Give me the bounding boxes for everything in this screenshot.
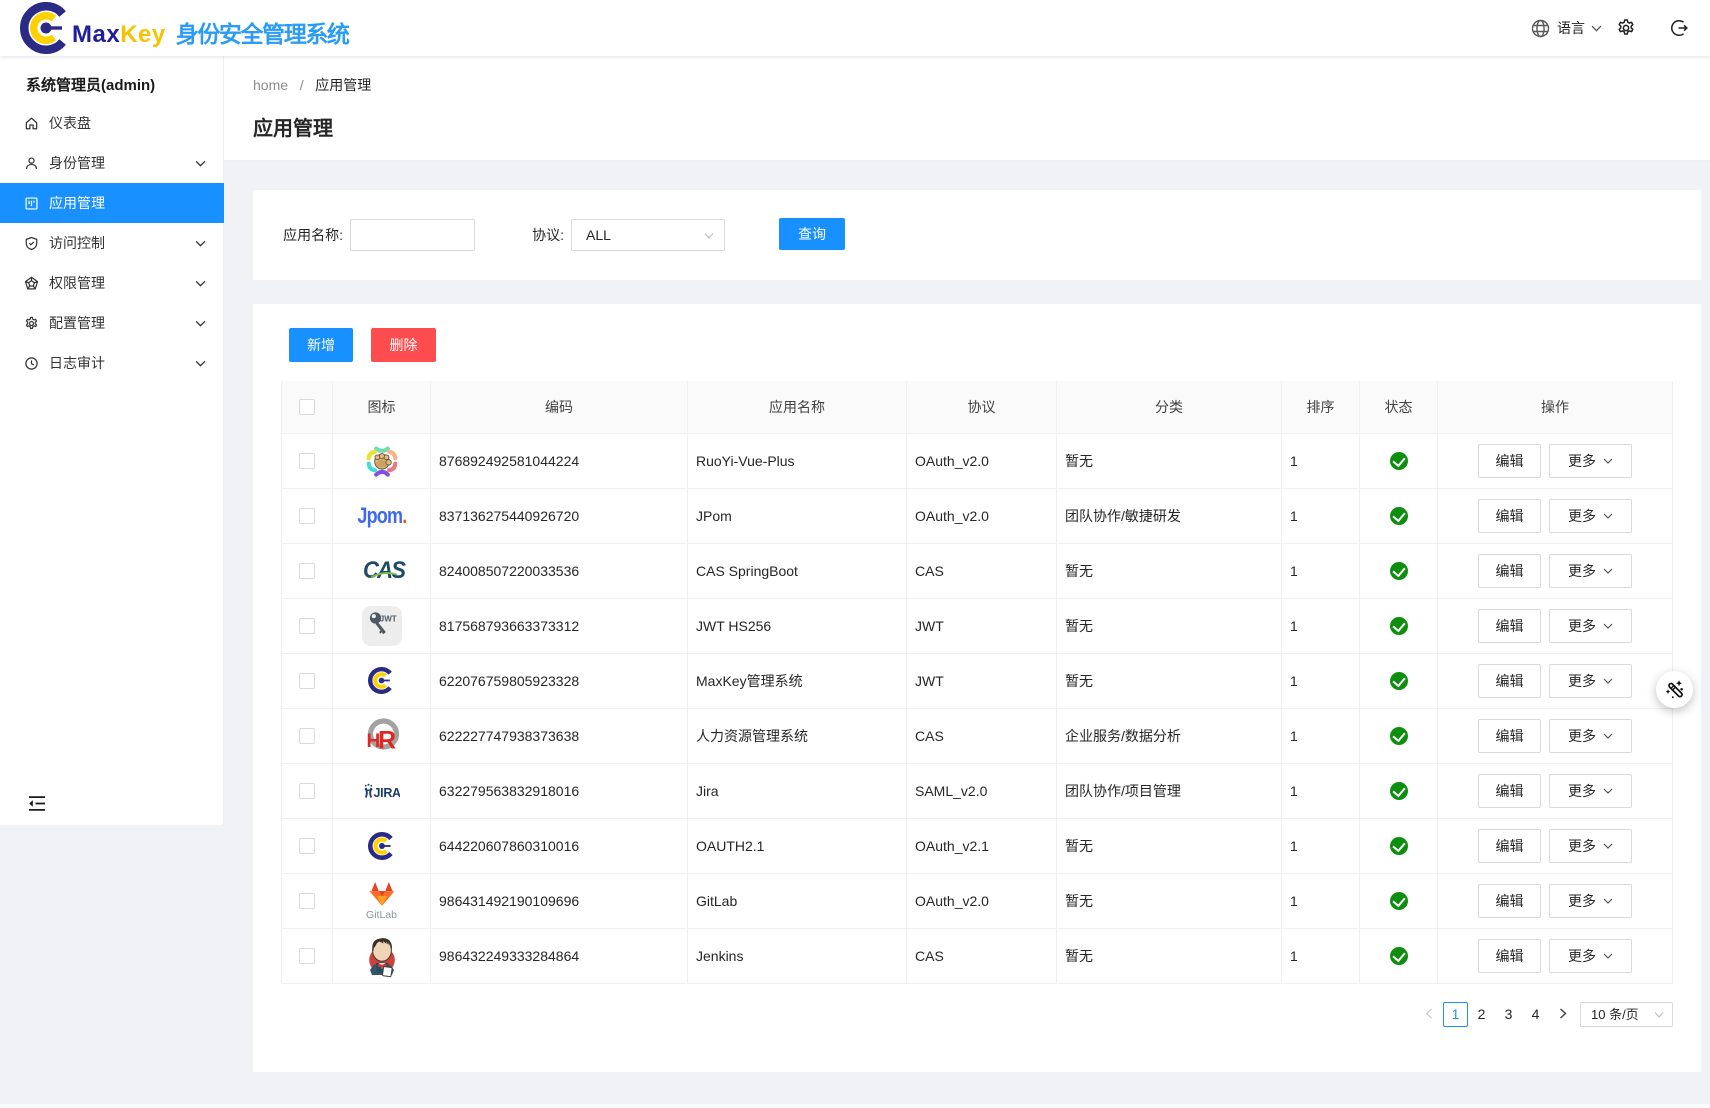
svg-text:R: R — [378, 726, 396, 754]
svg-text:JWT: JWT — [379, 614, 396, 623]
svg-text:JIRA: JIRA — [374, 785, 401, 799]
